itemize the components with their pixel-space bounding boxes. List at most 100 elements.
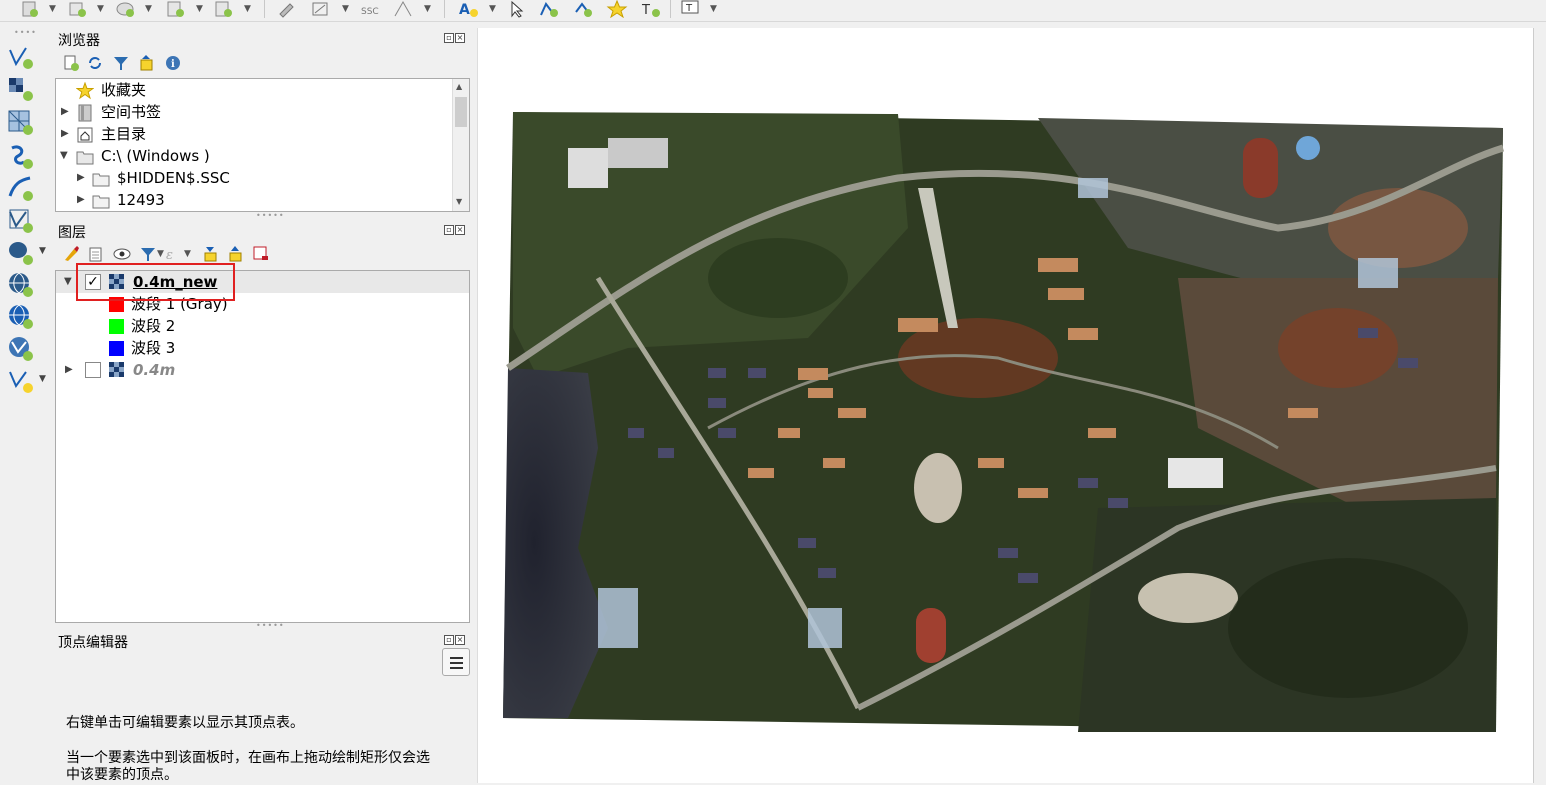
chevron-down-icon[interactable]: ▼ bbox=[49, 4, 56, 14]
select-cursor-icon[interactable] bbox=[506, 0, 528, 18]
chevron-down-icon[interactable]: ▼ bbox=[424, 4, 431, 14]
layers-panel-title: 图层 bbox=[58, 225, 86, 241]
vertex-editor-controls[interactable]: ▫ × bbox=[444, 634, 468, 646]
panel-splitter[interactable]: ••••• bbox=[256, 211, 285, 220]
tree-item-label: 主目录 bbox=[101, 125, 147, 143]
home-folder-icon bbox=[76, 126, 93, 143]
svg-text:T: T bbox=[641, 3, 650, 18]
layer-styling-icon[interactable] bbox=[62, 245, 80, 263]
new-shapefile-icon[interactable] bbox=[18, 0, 40, 18]
annotation-highlight-box bbox=[76, 263, 235, 301]
shape-tool-icon[interactable] bbox=[392, 0, 414, 18]
edit-pencil-icon[interactable] bbox=[276, 0, 298, 18]
expand-arrow-icon[interactable]: ▶ bbox=[77, 189, 85, 211]
ssc-icon[interactable]: SSC bbox=[358, 0, 380, 18]
band-color-swatch bbox=[109, 341, 124, 356]
add-vector-layer-icon[interactable] bbox=[6, 42, 34, 70]
info-icon[interactable]: i bbox=[164, 54, 182, 72]
add-gps-layer-icon[interactable] bbox=[6, 174, 34, 202]
collapse-all-icon[interactable] bbox=[138, 54, 156, 72]
browser-panel-controls[interactable]: ▫ × bbox=[444, 32, 468, 44]
new-spatialite-icon[interactable] bbox=[66, 0, 88, 18]
add-line-icon[interactable] bbox=[538, 0, 560, 18]
text-annotation-icon[interactable]: T bbox=[640, 0, 662, 18]
svg-text:T: T bbox=[685, 3, 693, 14]
folder-icon bbox=[92, 192, 110, 209]
favorite-star-icon[interactable] bbox=[606, 0, 628, 19]
float-icon[interactable]: ▫ bbox=[444, 225, 454, 235]
chevron-down-icon[interactable]: ▼ bbox=[342, 4, 349, 14]
close-icon[interactable]: × bbox=[455, 225, 465, 235]
satellite-image bbox=[503, 112, 1505, 732]
remove-layer-icon[interactable] bbox=[252, 245, 270, 263]
text-box-icon[interactable]: T bbox=[680, 0, 702, 18]
refresh-icon[interactable] bbox=[86, 54, 104, 72]
left-toolbar: •••• ▼ ▼ bbox=[0, 28, 52, 783]
collapse-all-icon[interactable] bbox=[227, 245, 245, 263]
new-geopackage-icon[interactable] bbox=[114, 0, 136, 18]
star-icon bbox=[75, 81, 95, 100]
add-node-icon[interactable] bbox=[572, 0, 594, 18]
filter-legend-icon[interactable] bbox=[139, 245, 157, 263]
tree-item-label: $HIDDEN$.SSC bbox=[117, 169, 230, 187]
chevron-down-icon[interactable]: ▼ bbox=[244, 4, 251, 14]
chevron-down-icon[interactable]: ▼ bbox=[196, 4, 203, 14]
collapse-arrow-icon[interactable]: ▼ bbox=[64, 271, 72, 293]
filter-by-expression-icon[interactable]: ε bbox=[164, 245, 182, 263]
svg-text:ε: ε bbox=[166, 248, 173, 263]
vertex-editor-hint-3: 中该要素的顶点。 bbox=[66, 767, 178, 783]
add-wcs-layer-icon[interactable] bbox=[6, 334, 34, 362]
chevron-down-icon[interactable]: ▼ bbox=[710, 4, 717, 14]
layers-panel-controls[interactable]: ▫ × bbox=[444, 224, 468, 236]
expand-arrow-icon[interactable]: ▶ bbox=[65, 359, 73, 381]
panel-splitter[interactable]: ••••• bbox=[256, 621, 285, 630]
filter-icon[interactable] bbox=[112, 54, 130, 72]
chevron-down-icon[interactable]: ▼ bbox=[157, 249, 164, 259]
scroll-down-icon[interactable]: ▼ bbox=[456, 197, 462, 206]
digitize-icon[interactable] bbox=[310, 0, 332, 18]
scroll-thumb[interactable] bbox=[455, 97, 467, 127]
manage-visibility-icon[interactable] bbox=[113, 245, 131, 263]
layers-tree[interactable]: ▼ ✓ 0.4m_new 波段 1 (Gray) 波段 2 波段 3 ▶ 0.4… bbox=[55, 270, 470, 623]
tree-item-label: C:\ (Windows ) bbox=[101, 147, 210, 165]
expand-arrow-icon[interactable]: ▶ bbox=[61, 123, 69, 145]
float-icon[interactable]: ▫ bbox=[444, 635, 454, 645]
add-wms-layer-icon[interactable] bbox=[6, 270, 34, 298]
add-virtual-layer-icon[interactable] bbox=[6, 366, 34, 394]
map-canvas[interactable] bbox=[477, 28, 1533, 783]
browser-tree[interactable]: 收藏夹 ▶ 空间书签 ▶ 主目录 ▼ C:\ (Windows ) ▶ $HID… bbox=[55, 78, 470, 212]
svg-text:SSC: SSC bbox=[361, 7, 379, 17]
scroll-up-icon[interactable]: ▲ bbox=[456, 82, 462, 91]
add-spatialite-layer-icon[interactable] bbox=[6, 206, 34, 234]
add-raster-layer-icon[interactable] bbox=[6, 74, 34, 102]
chevron-down-icon[interactable]: ▼ bbox=[145, 4, 152, 14]
band-label: 波段 2 bbox=[131, 317, 176, 335]
new-virtual-layer-icon[interactable] bbox=[164, 0, 186, 18]
tree-item-label: 收藏夹 bbox=[101, 81, 147, 99]
add-wfs-layer-icon[interactable] bbox=[6, 302, 34, 330]
label-tool-icon[interactable]: A bbox=[458, 0, 480, 18]
add-postgis-layer-icon[interactable] bbox=[6, 238, 34, 266]
layer-visibility-checkbox[interactable] bbox=[85, 362, 101, 378]
expand-all-icon[interactable] bbox=[202, 245, 220, 263]
expand-arrow-icon[interactable]: ▶ bbox=[77, 167, 85, 189]
float-icon[interactable]: ▫ bbox=[444, 33, 454, 43]
top-toolbar: ▼ ▼ ▼ ▼ ▼ ▼ SSC ▼ A ▼ T T ▼ bbox=[0, 0, 1546, 22]
browser-scrollbar[interactable]: ▲ ▼ bbox=[452, 79, 469, 211]
close-icon[interactable]: × bbox=[455, 635, 465, 645]
expand-arrow-icon[interactable]: ▶ bbox=[61, 101, 69, 123]
chevron-down-icon[interactable]: ▼ bbox=[97, 4, 104, 14]
close-icon[interactable]: × bbox=[455, 33, 465, 43]
add-mesh-layer-icon[interactable] bbox=[6, 108, 34, 136]
add-selected-layers-icon[interactable] bbox=[62, 54, 80, 72]
new-temp-layer-icon[interactable] bbox=[212, 0, 234, 18]
chevron-down-icon[interactable]: ▼ bbox=[489, 4, 496, 14]
svg-text:i: i bbox=[171, 59, 175, 70]
drive-folder-icon bbox=[76, 148, 94, 165]
chevron-down-icon[interactable]: ▼ bbox=[39, 246, 46, 256]
chevron-down-icon[interactable]: ▼ bbox=[184, 249, 191, 259]
add-delimited-text-icon[interactable] bbox=[6, 142, 34, 170]
add-group-icon[interactable] bbox=[87, 245, 105, 263]
chevron-down-icon[interactable]: ▼ bbox=[39, 374, 46, 384]
collapse-arrow-icon[interactable]: ▼ bbox=[60, 145, 68, 167]
